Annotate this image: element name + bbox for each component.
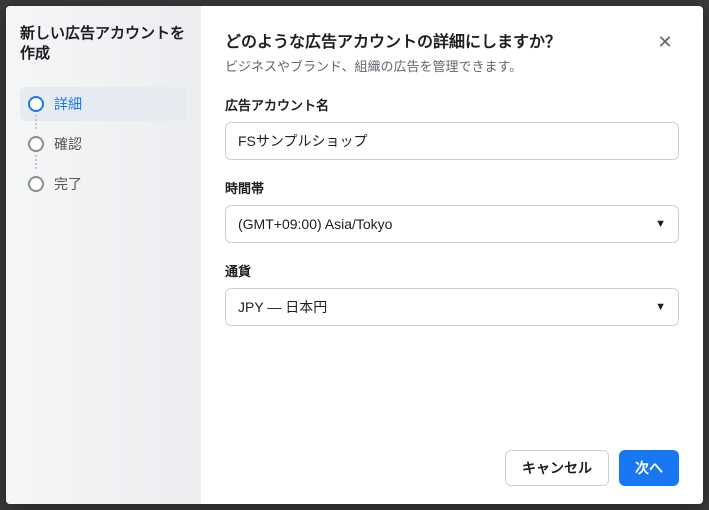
- page-title: どのような広告アカウントの詳細にしますか？: [225, 28, 561, 52]
- sidebar-title: 新しい広告アカウントを作成: [20, 24, 187, 65]
- close-icon: ✕: [657, 32, 672, 53]
- field-account-name: 広告アカウント名: [225, 95, 679, 160]
- radio-icon: [28, 96, 44, 112]
- field-currency: 通貨 JPY — 日本円 ▼: [225, 261, 679, 326]
- header-row: どのような広告アカウントの詳細にしますか？ ビジネスやブランド、組織の広告を管理…: [225, 28, 679, 95]
- step-list: 詳細 確認 完了: [20, 87, 187, 201]
- timezone-select[interactable]: (GMT+09:00) Asia/Tokyo ▼: [225, 205, 679, 243]
- main-panel: どのような広告アカウントの詳細にしますか？ ビジネスやブランド、組織の広告を管理…: [201, 6, 703, 504]
- timezone-value: (GMT+09:00) Asia/Tokyo: [238, 216, 392, 232]
- step-item-details[interactable]: 詳細: [20, 87, 187, 121]
- field-label-account-name: 広告アカウント名: [225, 95, 679, 114]
- step-item-confirm: 確認: [20, 127, 187, 161]
- modal-footer: キャンセル 次へ: [225, 438, 679, 486]
- close-button[interactable]: ✕: [651, 28, 679, 56]
- next-button[interactable]: 次へ: [619, 450, 679, 486]
- chevron-down-icon: ▼: [655, 301, 666, 313]
- radio-icon: [28, 136, 44, 152]
- chevron-down-icon: ▼: [655, 218, 666, 230]
- cancel-button[interactable]: キャンセル: [505, 450, 609, 486]
- field-label-timezone: 時間帯: [225, 178, 679, 197]
- step-item-done: 完了: [20, 167, 187, 201]
- step-label: 詳細: [54, 94, 82, 114]
- wizard-sidebar: 新しい広告アカウントを作成 詳細 確認 完了: [6, 6, 201, 504]
- field-label-currency: 通貨: [225, 261, 679, 280]
- currency-select[interactable]: JPY — 日本円 ▼: [225, 288, 679, 326]
- currency-value: JPY — 日本円: [238, 297, 327, 317]
- radio-icon: [28, 176, 44, 192]
- field-timezone: 時間帯 (GMT+09:00) Asia/Tokyo ▼: [225, 178, 679, 243]
- create-ad-account-modal: 新しい広告アカウントを作成 詳細 確認 完了 どのような広告アカウントの詳細にし…: [6, 6, 703, 504]
- step-label: 確認: [54, 134, 82, 154]
- header-text: どのような広告アカウントの詳細にしますか？ ビジネスやブランド、組織の広告を管理…: [225, 28, 561, 95]
- page-subtitle: ビジネスやブランド、組織の広告を管理できます。: [225, 56, 561, 75]
- step-label: 完了: [54, 174, 82, 194]
- account-name-input[interactable]: [225, 122, 679, 160]
